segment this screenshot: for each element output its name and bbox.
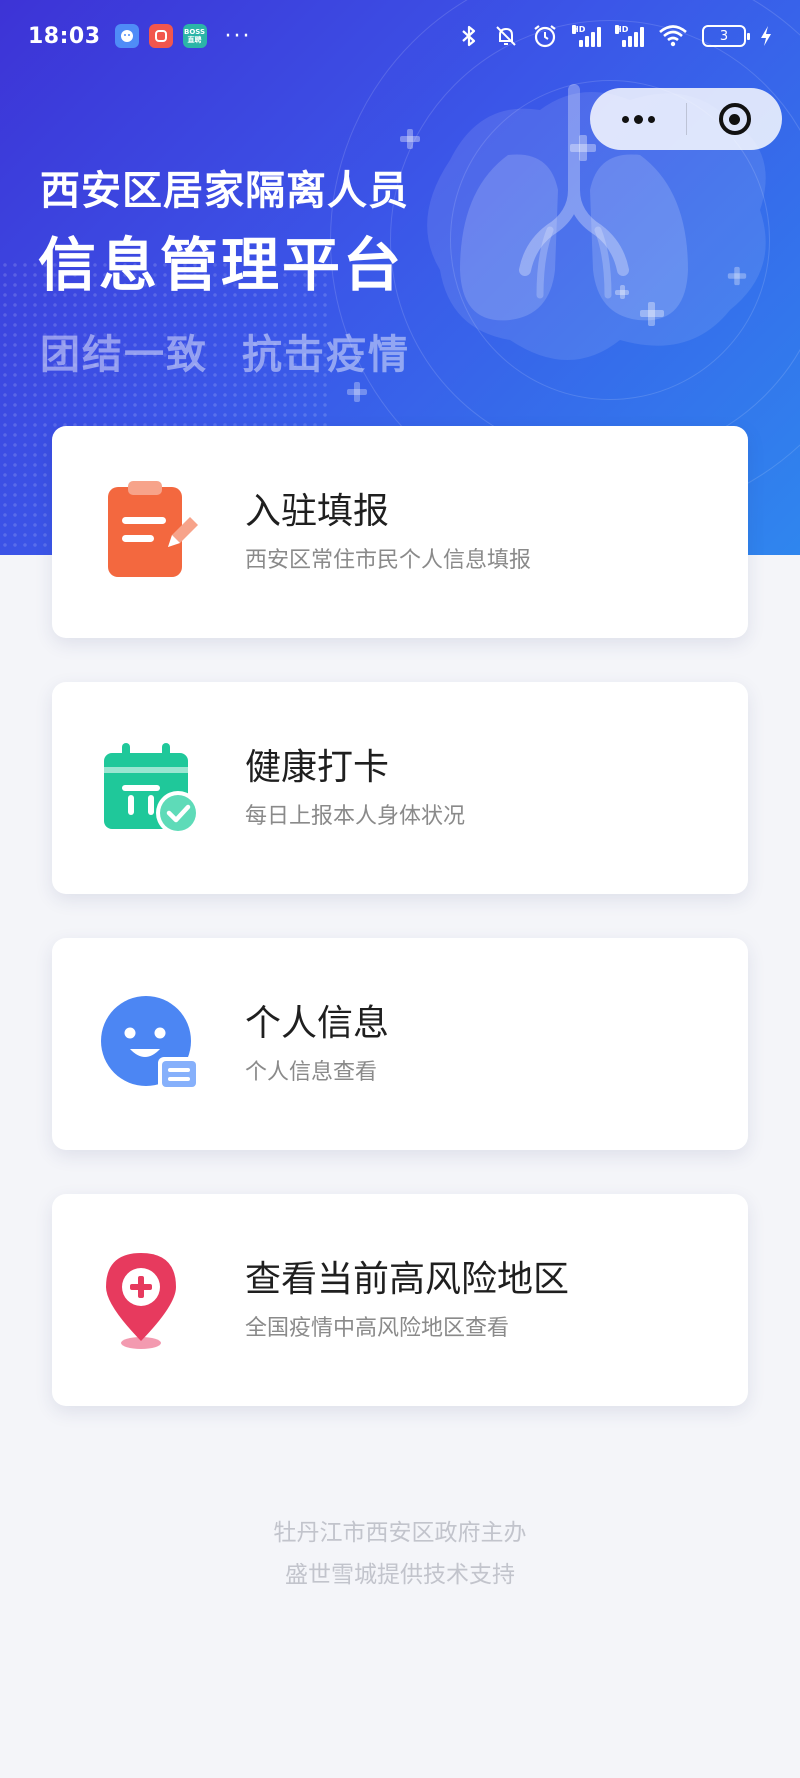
bluetooth-icon: [462, 25, 476, 47]
card-title: 查看当前高风险地区: [245, 1259, 570, 1300]
footer-tech-support: 盛世雪城提供技术支持: [285, 1562, 515, 1588]
card-subtitle: 全国疫情中高风险地区查看: [245, 1316, 510, 1341]
plus-decor-icon: [727, 266, 747, 286]
wifi-icon: [659, 25, 687, 47]
miniprogram-capsule: [590, 88, 782, 150]
card-subtitle: 每日上报本人身体状况: [245, 804, 466, 829]
location-pin-cross-icon: [106, 1253, 176, 1349]
calendar-check-icon: [104, 743, 200, 835]
chat-app-icon: [114, 24, 139, 48]
red-app-icon: [148, 24, 173, 48]
target-close-icon[interactable]: [687, 88, 782, 150]
clock-time: 18:03: [28, 23, 101, 49]
card-title: 入驻填报: [245, 491, 390, 532]
alarm-icon: [534, 25, 556, 48]
card-title: 健康打卡: [245, 747, 390, 788]
notification-app-icons: BOSS 直聘: [114, 24, 207, 48]
card-registration[interactable]: 入驻填报 西安区常住市民个人信息填报: [52, 426, 748, 638]
page-title-line2: 信息管理平台: [38, 231, 405, 299]
slogan-part-2: 抗击疫情: [242, 332, 410, 378]
card-subtitle: 个人信息查看: [245, 1060, 378, 1085]
card-health-checkin[interactable]: 健康打卡 每日上报本人身体状况: [52, 682, 748, 894]
system-icons: HD HD 3: [458, 23, 772, 49]
status-bar: 18:03 BOSS 直聘 ··· HD HD 3: [0, 0, 800, 72]
footer-host: 牡丹江市西安区政府主办: [273, 1520, 527, 1546]
more-dots-icon[interactable]: [590, 88, 686, 150]
page-title-line1: 西安区居家隔离人员: [40, 168, 409, 214]
card-high-risk-areas[interactable]: 查看当前高风险地区 全国疫情中高风险地区查看: [52, 1194, 748, 1406]
card-personal-info[interactable]: 个人信息 个人信息查看: [52, 938, 748, 1150]
card-title: 个人信息: [245, 1003, 390, 1044]
signal-icon: HD: [615, 25, 644, 47]
signal-icon: HD: [572, 25, 601, 47]
boss-app-icon: BOSS 直聘: [182, 24, 207, 48]
charging-icon: [761, 26, 771, 46]
more-notifications-icon: ···: [224, 23, 252, 49]
smiley-profile-icon: [101, 996, 200, 1091]
card-subtitle: 西安区常住市民个人信息填报: [245, 548, 532, 573]
slogan-part-1: 团结一致: [40, 332, 208, 378]
footer-credits: 牡丹江市西安区政府主办 盛世雪城提供技术支持: [0, 1512, 800, 1596]
battery-icon: 3: [702, 25, 750, 47]
clipboard-edit-icon: [108, 481, 198, 577]
slogan: 团结一致 抗击疫情: [40, 322, 410, 380]
plus-decor-icon: [347, 382, 367, 402]
mute-bell-icon: [496, 26, 516, 46]
